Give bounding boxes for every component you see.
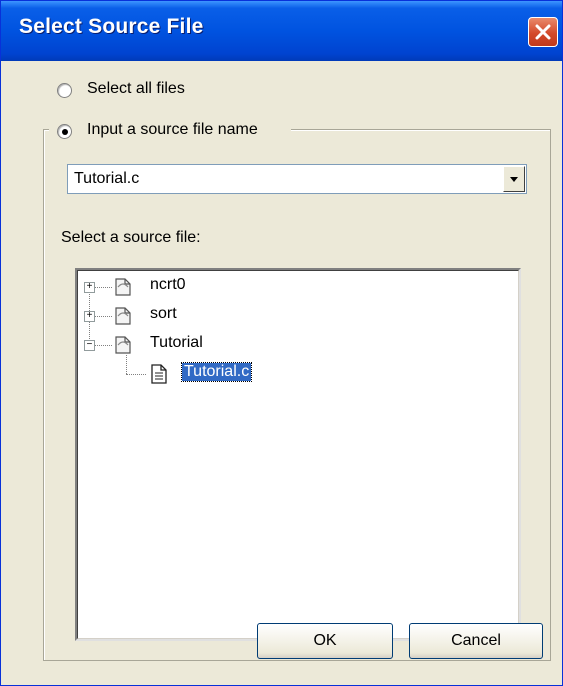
input-name-radio[interactable] (57, 124, 72, 139)
collapse-minus-icon[interactable]: − (84, 340, 95, 351)
radio-checked-dot (62, 129, 68, 135)
tree-node-tutorial-c[interactable]: Tutorial.c (180, 362, 253, 382)
module-icon (114, 335, 132, 360)
tree-viewport: + ncrt0 + sort − Tutorial Tutorial.c (77, 270, 519, 639)
cancel-button[interactable]: Cancel (409, 623, 543, 659)
select-all-label[interactable]: Select all files (87, 80, 185, 98)
expand-plus-icon[interactable]: + (84, 311, 95, 322)
tree-connector (94, 316, 112, 317)
module-icon (114, 277, 132, 302)
expand-plus-icon[interactable]: + (84, 282, 95, 293)
tree-connector (126, 374, 146, 375)
tree-connector (94, 345, 112, 346)
source-file-tree[interactable]: + ncrt0 + sort − Tutorial Tutorial.c (75, 268, 521, 641)
tree-node-ncrt0[interactable]: ncrt0 (150, 276, 186, 294)
select-all-radio[interactable] (57, 83, 72, 98)
dialog-window: Select Source File Select all files Inpu… (0, 0, 563, 686)
tree-section-label: Select a source file: (61, 229, 201, 246)
ok-button[interactable]: OK (257, 623, 393, 659)
group-legend: Input a source file name (49, 121, 291, 141)
text-file-icon (150, 363, 168, 390)
close-button[interactable] (528, 17, 558, 47)
title-bar[interactable]: Select Source File (1, 1, 562, 61)
dialog-body: Select all files Input a source file nam… (5, 61, 558, 681)
input-name-label[interactable]: Input a source file name (87, 121, 258, 139)
dropdown-button[interactable] (503, 166, 525, 192)
combobox-value: Tutorial.c (74, 170, 140, 187)
tree-connector (94, 287, 112, 288)
module-icon (114, 306, 132, 331)
window-title: Select Source File (19, 15, 204, 38)
source-file-combobox[interactable]: Tutorial.c (67, 164, 527, 194)
tree-node-sort[interactable]: sort (150, 305, 177, 323)
tree-node-tutorial[interactable]: Tutorial (150, 334, 203, 352)
